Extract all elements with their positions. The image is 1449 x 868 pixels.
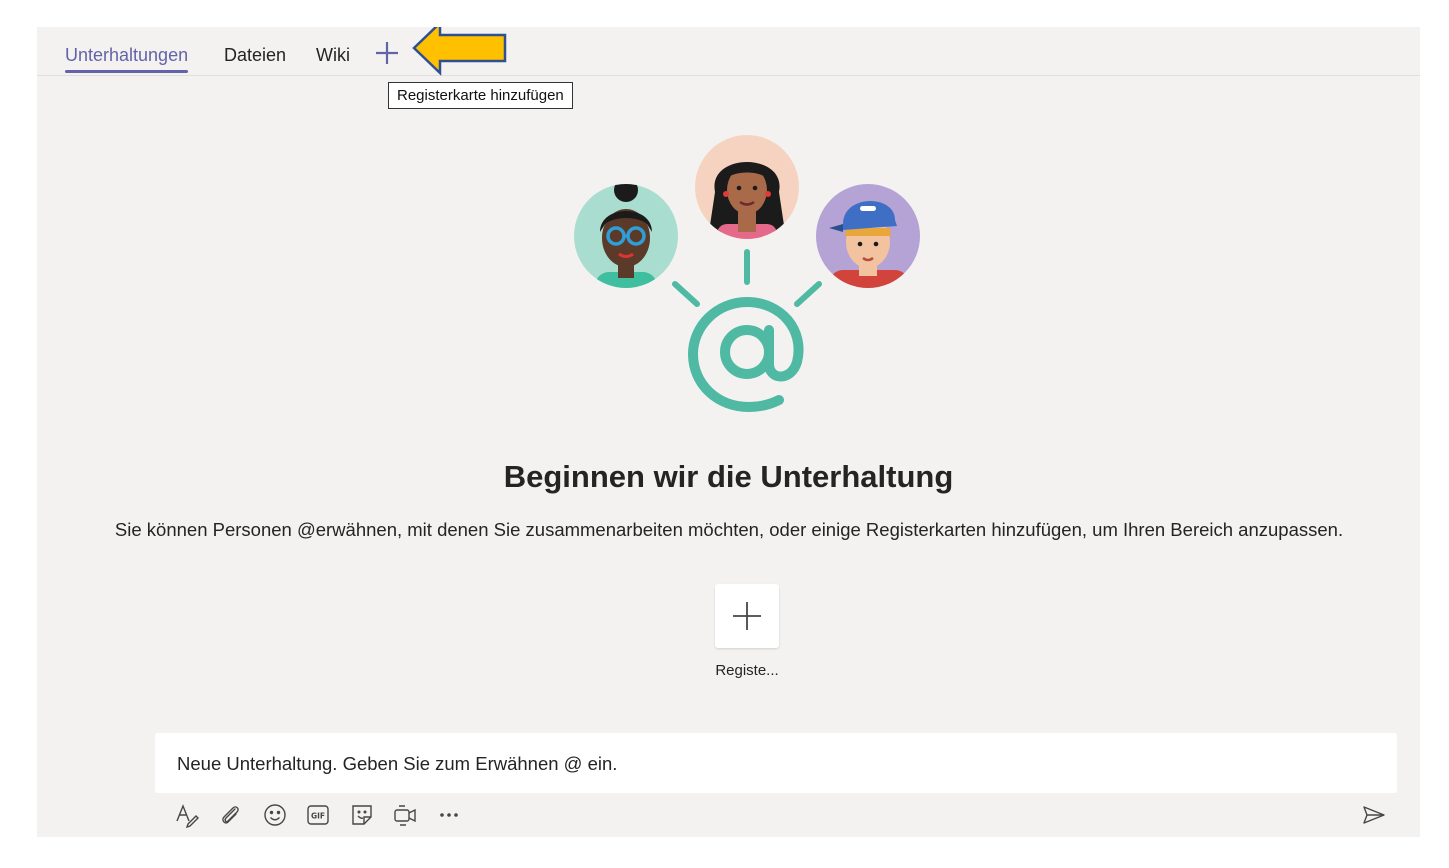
more-options-icon	[440, 813, 458, 817]
sticker-icon	[352, 805, 372, 825]
svg-text:GIF: GIF	[311, 812, 325, 821]
teams-channel-view: Unterhaltungen Dateien Wiki Registerkart…	[37, 27, 1420, 837]
channel-tab-bar: Unterhaltungen Dateien Wiki	[37, 27, 1420, 76]
gif-icon: GIF	[307, 805, 329, 825]
empty-state-heading: Beginnen wir die Unterhaltung	[503, 459, 954, 494]
gif-button[interactable]: GIF	[304, 801, 332, 829]
add-tab-card-label: Registe...	[715, 662, 779, 679]
connector-line	[794, 281, 822, 307]
mention-illustration	[574, 135, 920, 413]
emoji-icon	[264, 804, 286, 826]
compose-placeholder: Neue Unterhaltung. Geben Sie zum Erwähne…	[177, 753, 618, 774]
add-tab-tooltip: Registerkarte hinzufügen	[388, 82, 573, 109]
avatar-woman-glasses	[574, 184, 678, 288]
meet-now-button[interactable]	[391, 801, 419, 829]
compose-toolbar: GIF	[155, 799, 1397, 831]
emoji-button[interactable]	[261, 801, 289, 829]
at-symbol-icon	[687, 296, 804, 413]
add-tab-card-button[interactable]	[715, 584, 779, 648]
tab-dateien[interactable]: Dateien	[224, 45, 286, 66]
sticker-button[interactable]	[348, 801, 376, 829]
more-options-button[interactable]	[435, 801, 463, 829]
format-button[interactable]	[173, 801, 201, 829]
tab-wiki[interactable]: Wiki	[316, 45, 350, 66]
send-button[interactable]	[1360, 801, 1388, 829]
compose-box[interactable]: Neue Unterhaltung. Geben Sie zum Erwähne…	[155, 733, 1397, 793]
empty-state-description: Sie können Personen @erwähnen, mit denen…	[114, 519, 1344, 540]
add-tab-button[interactable]	[373, 39, 401, 67]
avatar-woman-long-hair	[695, 135, 799, 239]
plus-icon	[376, 42, 398, 64]
attach-icon	[222, 806, 239, 824]
tab-unterhaltungen[interactable]: Unterhaltungen	[65, 45, 189, 73]
plus-icon	[733, 602, 761, 630]
pointer-arrow-annotation	[412, 27, 507, 76]
connector-line	[672, 281, 700, 307]
format-icon	[176, 804, 199, 829]
avatar-man-cap	[816, 184, 920, 288]
meet-now-icon	[394, 805, 416, 826]
send-icon	[1363, 806, 1385, 824]
attach-button[interactable]	[217, 801, 245, 829]
